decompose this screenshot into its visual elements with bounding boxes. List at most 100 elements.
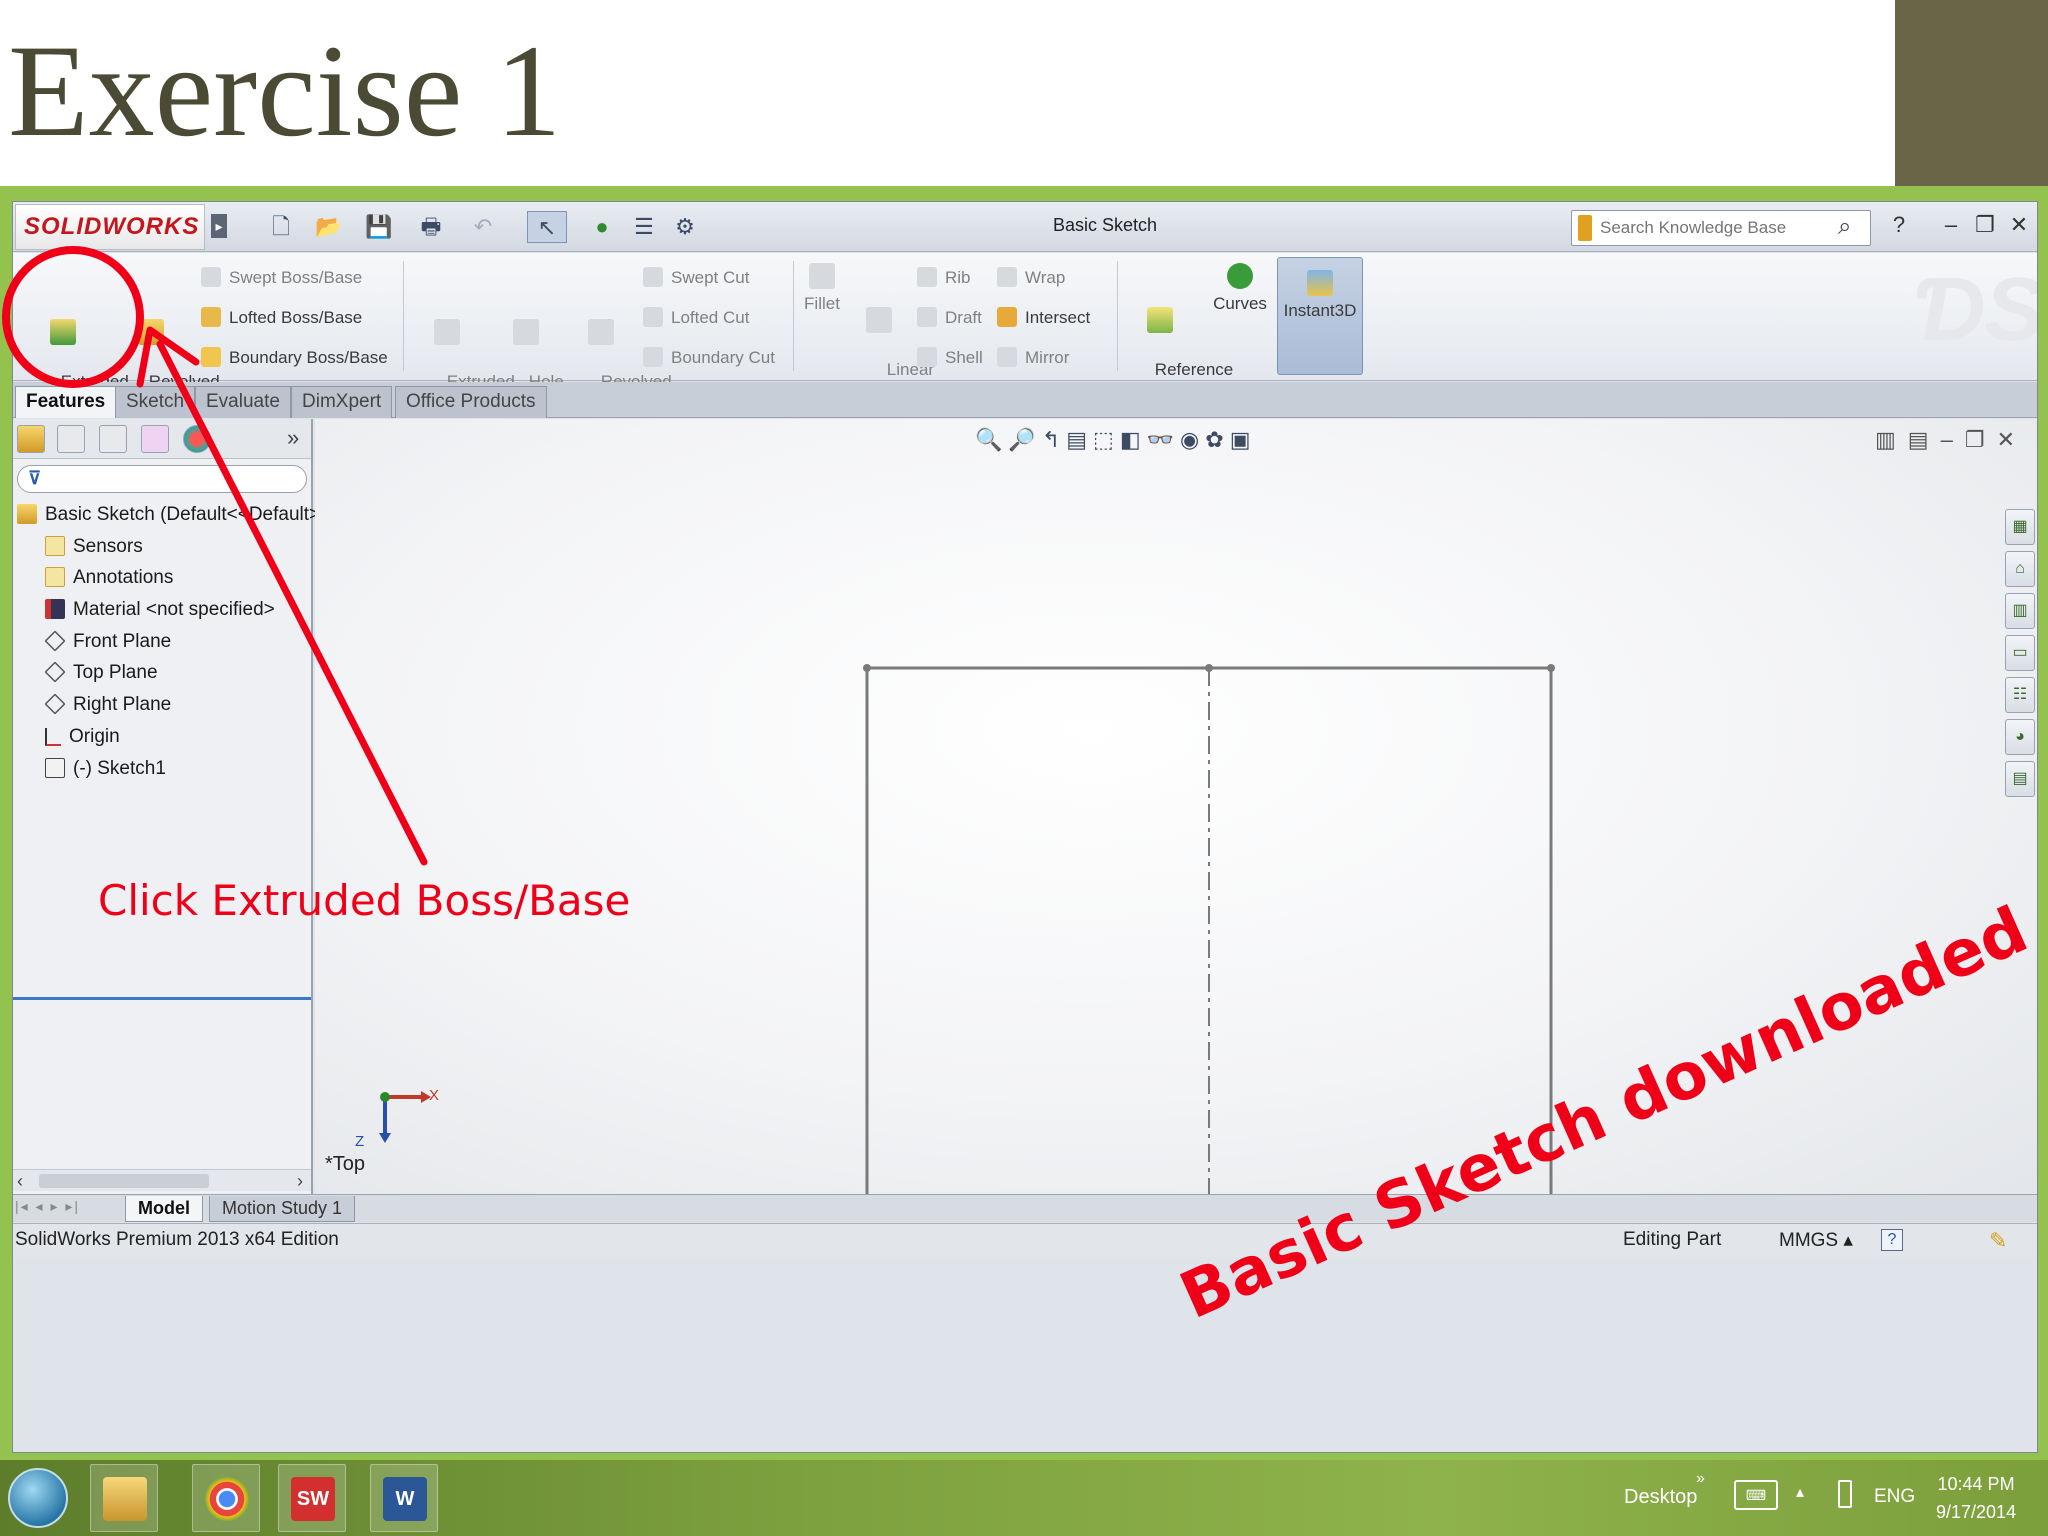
resources-icon[interactable]: ▦ — [2005, 509, 2035, 545]
boundary-cut-button[interactable]: Boundary Cut — [643, 345, 775, 371]
plane-icon — [44, 661, 66, 684]
tray-expand-icon[interactable]: ▴ — [1796, 1482, 1804, 1502]
start-button[interactable] — [8, 1468, 68, 1528]
tab-navigation-arrows[interactable]: |◂ ◂ ▸ ▸| — [15, 1198, 80, 1215]
rib-icon — [917, 267, 937, 287]
keyboard-icon[interactable]: ⌨ — [1734, 1480, 1778, 1510]
custom-properties-icon[interactable]: ▤ — [2005, 761, 2035, 797]
fillet-button[interactable]: Fillet — [797, 263, 847, 315]
lofted-cut-button[interactable]: Lofted Cut — [643, 305, 749, 331]
rib-button[interactable]: Rib — [917, 265, 971, 291]
home-icon[interactable]: ⌂ — [2005, 551, 2035, 587]
tab-motion-study-1[interactable]: Motion Study 1 — [209, 1196, 356, 1222]
lofted-boss-base-button[interactable]: Lofted Boss/Base — [201, 305, 362, 331]
options-icon[interactable]: ⚙ — [665, 211, 705, 243]
hole-wizard-icon — [513, 319, 539, 345]
mirror-button[interactable]: Mirror — [997, 345, 1069, 371]
chevron-right-icon[interactable]: › — [297, 1170, 303, 1192]
triad-icon — [379, 1091, 431, 1143]
solidworks-icon: SW — [291, 1477, 335, 1521]
feature-tree-icon[interactable] — [17, 425, 45, 453]
property-manager-icon[interactable] — [57, 425, 85, 453]
tab-features[interactable]: Features — [15, 386, 117, 418]
taskbar-explorer[interactable] — [90, 1464, 158, 1532]
tree-item-top-plane[interactable]: Top Plane — [13, 657, 311, 689]
tree-item-sketch1[interactable]: (-) Sketch1 — [13, 753, 311, 785]
battery-icon[interactable] — [1838, 1480, 1852, 1508]
tree-item-material[interactable]: Material <not specified> — [13, 594, 311, 626]
clock[interactable]: 10:44 PM 9/17/2014 — [1936, 1470, 2016, 1526]
rebuild-status-icon[interactable]: ✎ — [1989, 1228, 2007, 1254]
tab-office-products[interactable]: Office Products — [395, 386, 547, 418]
units-selector[interactable]: MMGS ▴ — [1779, 1229, 1853, 1252]
save-icon[interactable]: 💾 — [359, 211, 399, 243]
configuration-manager-icon[interactable] — [99, 425, 127, 453]
view-orientation-label: *Top — [325, 1153, 366, 1175]
search-input[interactable] — [1600, 215, 1820, 241]
display-manager-icon[interactable] — [183, 425, 211, 453]
design-library-icon[interactable]: ▥ — [2005, 593, 2035, 629]
sweep-icon — [201, 267, 221, 287]
boundary-cut-icon — [643, 347, 663, 367]
quick-tips-icon[interactable]: ? — [1881, 1229, 1903, 1251]
print-icon[interactable]: 🖶 — [411, 211, 451, 243]
new-icon[interactable]: 🗋 — [261, 211, 301, 243]
desktop-toolbar[interactable]: Desktop — [1624, 1486, 1697, 1509]
feature-manager-toolbar: » — [13, 419, 311, 459]
tab-dimxpert[interactable]: DimXpert — [291, 386, 393, 418]
close-icon[interactable]: ✕ — [2005, 210, 2033, 240]
tab-evaluate[interactable]: Evaluate — [195, 386, 291, 418]
draft-button[interactable]: Draft — [917, 305, 982, 331]
swept-cut-button[interactable]: Swept Cut — [643, 265, 749, 291]
select-icon[interactable]: ↖ — [527, 211, 567, 243]
sketch-geometry — [379, 664, 1555, 1194]
boundary-boss-base-button[interactable]: Boundary Boss/Base — [201, 345, 388, 371]
graphics-area[interactable]: 🔍🔎↰▤⬚◧👓◉✿▣ ▥▤–❐✕ X Z *Top ▦ ⌂ ▥ ▭ ☷ ◕ ▤ — [315, 419, 2037, 1194]
view-palette-icon[interactable]: ☷ — [2005, 677, 2035, 713]
tab-sketch[interactable]: Sketch — [115, 386, 196, 418]
taskbar-solidworks[interactable]: SW — [278, 1464, 346, 1532]
tab-model[interactable]: Model — [125, 1196, 203, 1222]
chevron-left-icon[interactable]: ‹ — [17, 1170, 23, 1192]
menu-expand-arrow[interactable]: ▸ — [211, 214, 227, 238]
open-icon[interactable]: 📂 — [309, 211, 349, 243]
undo-icon[interactable]: ↶ — [463, 211, 503, 243]
tree-item-front-plane[interactable]: Front Plane — [13, 626, 311, 658]
clock-time: 10:44 PM — [1937, 1474, 2015, 1494]
language-indicator[interactable]: ENG — [1874, 1486, 1915, 1508]
tree-filter[interactable]: ⊽ — [17, 465, 307, 493]
swept-boss-base-button[interactable]: Swept Boss/Base — [201, 265, 362, 291]
solidworks-logo[interactable]: SOLIDWORKS — [15, 204, 205, 250]
appearances-icon[interactable]: ◕ — [2005, 719, 2035, 755]
scrollbar-thumb[interactable] — [39, 1174, 209, 1188]
dimxpert-manager-icon[interactable] — [141, 425, 169, 453]
clock-date: 9/17/2014 — [1936, 1502, 2017, 1522]
curves-button[interactable]: Curves — [1209, 263, 1271, 315]
feature-tree: Basic Sketch (Default<<Default> Sensors … — [13, 499, 320, 785]
taskbar-chrome[interactable] — [192, 1464, 260, 1532]
file-explorer-icon[interactable]: ▭ — [2005, 635, 2035, 671]
search-knowledge-base[interactable]: ⌕ — [1571, 210, 1871, 246]
tree-item-sensors[interactable]: Sensors — [13, 531, 311, 563]
instant3d-button[interactable]: Instant3D — [1277, 257, 1363, 375]
intersect-button[interactable]: Intersect — [997, 305, 1090, 331]
tree-root[interactable]: Basic Sketch (Default<<Default> — [13, 499, 320, 531]
tree-item-origin[interactable]: Origin — [13, 721, 311, 753]
reference-geometry-icon — [1147, 307, 1173, 333]
file-properties-icon[interactable]: ☰ — [627, 211, 661, 243]
rebuild-icon[interactable]: ● — [587, 211, 617, 243]
chevron-icon[interactable]: » — [1696, 1470, 1705, 1488]
tree-item-right-plane[interactable]: Right Plane — [13, 689, 311, 721]
help-icon[interactable]: ? — [1885, 210, 1913, 240]
restore-icon[interactable]: ❐ — [1971, 210, 1999, 240]
tree-item-annotations[interactable]: Annotations — [13, 562, 311, 594]
minimize-icon[interactable]: – — [1937, 210, 1965, 240]
wrap-button[interactable]: Wrap — [997, 265, 1065, 291]
windows-taskbar: SW W Desktop » ⌨ ▴ ENG 10:44 PM 9/17/201… — [0, 1460, 2048, 1536]
rollback-bar[interactable] — [13, 997, 311, 1000]
taskbar-word[interactable]: W — [370, 1464, 438, 1532]
shell-button[interactable]: Shell — [917, 345, 983, 371]
horizontal-scrollbar[interactable]: ‹ › — [13, 1169, 311, 1191]
search-icon[interactable]: ⌕ — [1838, 213, 1851, 241]
chevron-right-icon[interactable]: » — [287, 425, 299, 451]
